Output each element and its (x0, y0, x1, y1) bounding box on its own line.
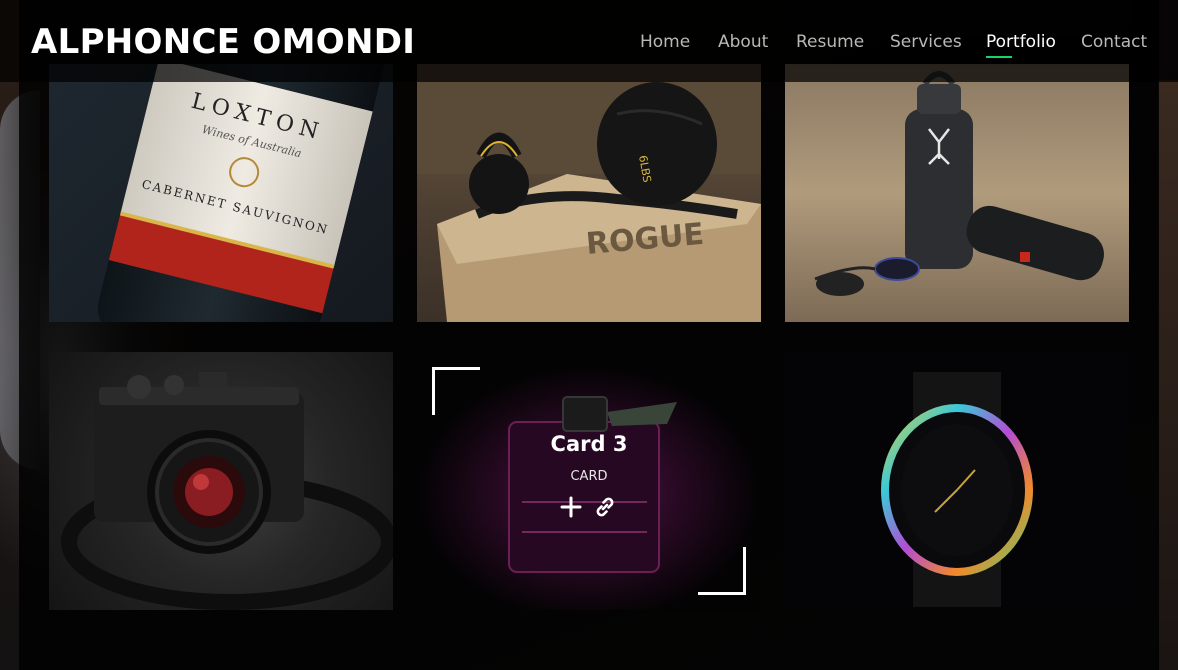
card-hover-overlay: Card 3 CARD (417, 352, 761, 610)
card-category: CARD (570, 469, 608, 484)
nav-item-home[interactable]: Home (640, 32, 690, 52)
portfolio-item-wine[interactable]: LOXTON Wines of Australia CABERNET SAUVI… (49, 64, 393, 322)
nav-item-about[interactable]: About (718, 32, 768, 52)
card-title: Card 3 (550, 432, 628, 456)
watch-image (881, 372, 1033, 607)
nav-label: About (718, 32, 769, 52)
nav-label: Contact (1081, 32, 1148, 52)
plus-icon[interactable] (558, 494, 584, 520)
link-icon[interactable] (592, 494, 618, 520)
active-nav-indicator (986, 56, 1012, 58)
water-bottle-image (814, 71, 1104, 296)
card-actions (558, 494, 620, 522)
nav-item-portfolio[interactable]: Portfolio (986, 32, 1056, 58)
portfolio-item-bottle[interactable] (785, 64, 1129, 322)
gym-gear-image: ROGUE 6LBS (417, 64, 761, 322)
nav-label: Portfolio (986, 32, 1056, 52)
portfolio-item-watch[interactable] (785, 352, 1129, 610)
nav-label: Home (640, 32, 691, 52)
nav-label: Services (890, 32, 962, 52)
nav-item-resume[interactable]: Resume (796, 32, 864, 52)
portfolio-item-gym[interactable]: ROGUE 6LBS (417, 64, 761, 322)
nav-item-contact[interactable]: Contact (1081, 32, 1147, 52)
portfolio-item-card-3[interactable]: Card 3 CARD (417, 352, 761, 610)
camera-image (61, 372, 393, 610)
site-header: ALPHONCE OMONDI Home About Resume Servic… (0, 0, 1178, 82)
nav-label: Resume (796, 32, 865, 52)
corner-bracket-top-left (432, 367, 480, 415)
nav-item-services[interactable]: Services (890, 32, 962, 52)
wine-bottle-image: LOXTON Wines of Australia CABERNET SAUVI… (97, 64, 386, 322)
portfolio-item-camera[interactable] (49, 352, 393, 610)
corner-bracket-bottom-right (698, 547, 746, 595)
main-nav: Home About Resume Services Portfolio Con… (0, 32, 1178, 62)
background-desk-edge (1158, 80, 1178, 670)
